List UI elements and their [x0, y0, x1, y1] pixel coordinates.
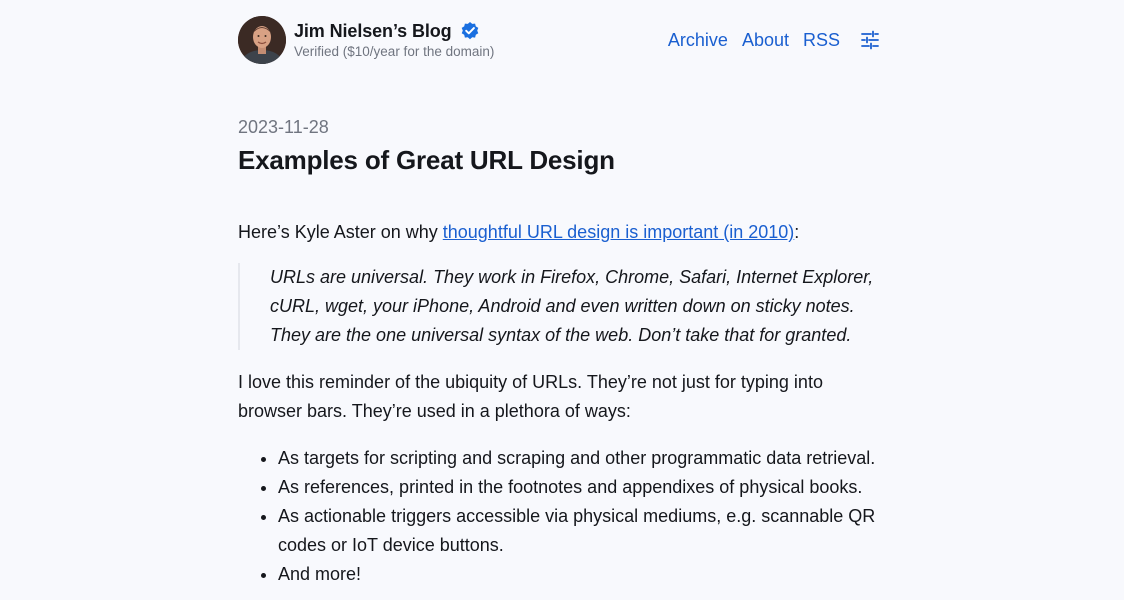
list-item-text: And more!	[278, 564, 362, 584]
quote-line: URLs are universal. They work in Firefox…	[270, 267, 874, 287]
intro-suffix: :	[794, 222, 800, 242]
list-item-text: codes or IoT device buttons.	[278, 535, 504, 555]
nav-about-link[interactable]: About	[742, 30, 789, 51]
author-avatar[interactable]	[238, 16, 286, 64]
site-title[interactable]: Jim Nielsen’s Blog	[294, 21, 452, 42]
page: Jim Nielsen’s Blog Verified ($10/year fo…	[0, 0, 1124, 600]
nav-rss-link[interactable]: RSS	[803, 30, 840, 51]
paragraph-line: browser bars. They’re used in a plethora…	[238, 401, 631, 421]
intro-prefix: Here’s Kyle Aster on why	[238, 222, 443, 242]
kyle-aster-quote: URLs are universal. They work in Firefox…	[238, 263, 888, 350]
post-date: 2023-11-28	[238, 117, 329, 137]
list-item: As actionable triggers accessible via ph…	[278, 502, 888, 560]
list-item-text: As actionable triggers accessible via ph…	[278, 506, 876, 526]
intro-paragraph: Here’s Kyle Aster on why thoughtful URL …	[238, 218, 888, 247]
list-item: And more!	[278, 560, 888, 589]
paragraph-line: I love this reminder of the ubiquity of …	[238, 372, 823, 392]
url-design-article-link[interactable]: thoughtful URL design is important (in 2…	[443, 222, 795, 242]
list-item: As targets for scripting and scraping an…	[278, 444, 888, 473]
quote-line: cURL, wget, your iPhone, Android and eve…	[270, 296, 855, 316]
avatar-image	[238, 16, 286, 64]
site-subtitle: Verified ($10/year for the domain)	[294, 44, 495, 59]
sliders-settings-icon[interactable]	[858, 28, 882, 52]
list-item-text: As targets for scripting and scraping an…	[278, 448, 876, 468]
verified-badge-icon	[460, 21, 480, 41]
site-title-row: Jim Nielsen’s Blog	[294, 20, 480, 42]
url-uses-list: As targets for scripting and scraping an…	[238, 444, 888, 589]
ubiquity-paragraph: I love this reminder of the ubiquity of …	[238, 368, 888, 426]
list-item: As references, printed in the footnotes …	[278, 473, 888, 502]
main-nav: Archive About RSS	[654, 28, 882, 52]
blog-post: 2023-11-28 Examples of Great URL Design …	[238, 116, 888, 589]
post-title: Examples of Great URL Design	[238, 145, 615, 175]
site-header: Jim Nielsen’s Blog Verified ($10/year fo…	[238, 16, 882, 64]
quote-line: They are the one universal syntax of the…	[270, 325, 852, 345]
list-item-text: As references, printed in the footnotes …	[278, 477, 863, 497]
nav-archive-link[interactable]: Archive	[668, 30, 728, 51]
